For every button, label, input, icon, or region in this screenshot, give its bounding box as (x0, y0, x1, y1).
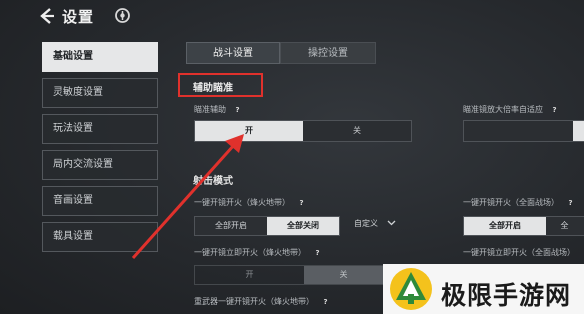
fire-mode-full-all-on[interactable]: 全部开启 (464, 217, 546, 235)
sidebar-item-sensitivity[interactable]: 灵敏度设置 (42, 78, 158, 108)
instant-fire-label-row: 一键开镜立即开火（烽火地带）? (194, 247, 323, 259)
fire-mode-all-off[interactable]: 全部关闭 (267, 217, 339, 235)
aim-assist-toggle: 开 关 (194, 120, 412, 142)
help-icon[interactable]: ? (296, 198, 307, 209)
instant-fire-on[interactable]: 开 (195, 266, 304, 284)
one-key-scope-instant-full-label: 一键开镜立即开火（全面战场） (463, 248, 575, 257)
one-key-scope-instant-label: 一键开镜立即开火（烽火地带） (194, 248, 306, 257)
chevron-down-icon (387, 220, 396, 226)
scope-adapt-label-row: 瞄准镜放大倍率自适应? (463, 104, 560, 116)
one-key-scope-fire-full-label: 一键开镜开火（全面战场） (463, 198, 559, 207)
fire-mode-label-row: 一键开镜开火（烽火地带）? (194, 197, 307, 209)
sidebar-item-communication[interactable]: 局内交流设置 (42, 150, 158, 180)
fire-mode-full-segmented: 全部开启 全 (463, 216, 584, 236)
aim-assist-label: 瞄准辅助 (194, 105, 226, 114)
scope-adapt-on[interactable] (464, 121, 573, 141)
aim-assist-label-row: 瞄准辅助? (194, 104, 243, 116)
settings-tabs: 战斗设置 操控设置 (186, 42, 376, 64)
aim-assist-off[interactable]: 关 (303, 121, 411, 141)
custom-label: 自定义 (354, 219, 378, 228)
fire-mode-full-label-row: 一键开镜开火（全面战场）? (463, 197, 576, 209)
one-key-scope-fire-label: 一键开镜开火（烽火地带） (194, 198, 290, 207)
tab-combat[interactable]: 战斗设置 (186, 42, 280, 64)
sidebar-item-audio-video[interactable]: 音画设置 (42, 186, 158, 216)
page-title: 设置 (62, 8, 95, 26)
tab-controls[interactable]: 操控设置 (280, 42, 376, 64)
fire-mode-segmented: 全部开启 全部关闭 (194, 216, 340, 236)
game-logo-icon (115, 8, 130, 23)
aim-assist-on[interactable]: 开 (195, 121, 303, 141)
watermark-text: 极限手游网 (441, 281, 572, 310)
fire-mode-all-on[interactable]: 全部开启 (195, 217, 267, 235)
scope-adapt-label: 瞄准镜放大倍率自适应 (463, 105, 543, 114)
help-icon[interactable]: ? (549, 105, 560, 116)
instant-fire-toggle: 开 关 (194, 265, 384, 285)
sidebar-item-basic[interactable]: 基础设置 (42, 42, 158, 72)
highlight-box (178, 73, 263, 97)
fire-mode-full-partial[interactable]: 全 (546, 217, 583, 235)
sidebar: 基础设置 灵敏度设置 玩法设置 局内交流设置 音画设置 载具设置 (42, 42, 158, 258)
heavy-weapon-label-row: 重武器一键开镜开火（烽火地带）? (194, 296, 331, 308)
sidebar-item-vehicle[interactable]: 载具设置 (42, 222, 158, 252)
help-icon[interactable]: ? (320, 297, 331, 308)
heavy-weapon-label: 重武器一键开镜开火（烽火地带） (194, 297, 314, 306)
fire-mode-heading: 射击模式 (193, 176, 233, 187)
watermark-logo-icon (390, 268, 432, 310)
help-icon[interactable]: ? (565, 198, 576, 209)
instant-fire-full-label-row: 一键开镜立即开火（全面战场）? (463, 247, 584, 259)
instant-fire-off[interactable]: 关 (304, 266, 383, 284)
back-icon[interactable] (38, 7, 56, 25)
fire-mode-custom-dropdown[interactable]: 自定义 (354, 218, 396, 229)
scope-adapt-toggle (463, 120, 584, 142)
sidebar-item-gameplay[interactable]: 玩法设置 (42, 114, 158, 144)
scope-adapt-off[interactable] (573, 121, 584, 141)
help-icon[interactable]: ? (312, 248, 323, 259)
help-icon[interactable]: ? (232, 105, 243, 116)
